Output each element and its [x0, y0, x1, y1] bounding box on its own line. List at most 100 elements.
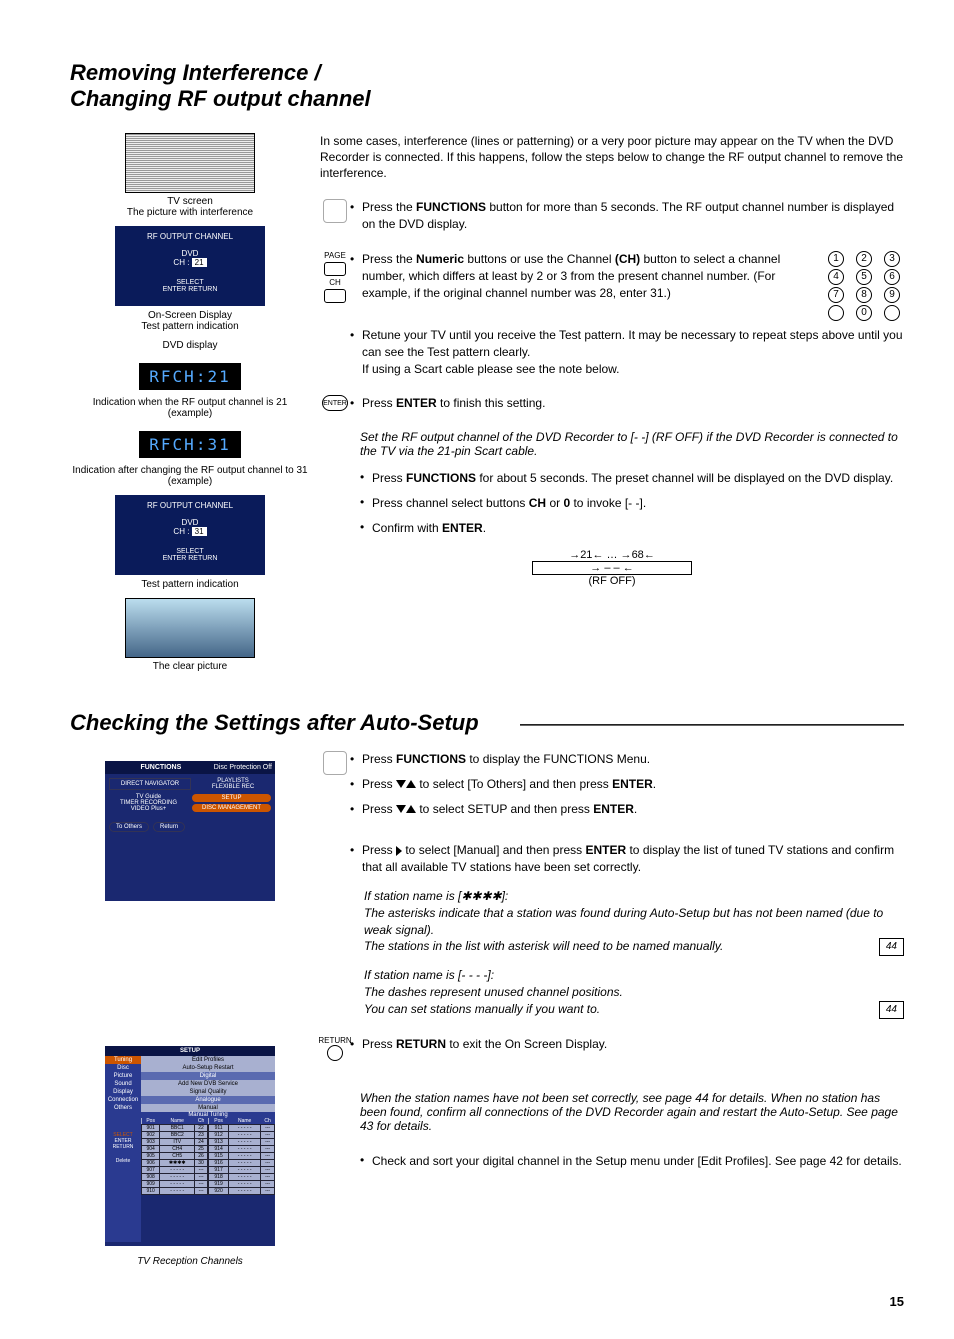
scart-note: Set the RF output channel of the DVD Rec… [360, 430, 904, 458]
s2-b6: Check and sort your digital channel in t… [372, 1153, 904, 1170]
setupmenu-delete: Delete [105, 1158, 141, 1164]
osd-ch-21: 21 [192, 258, 207, 267]
item-edit-profiles: Edit Profiles [141, 1056, 275, 1064]
osd-ch-31: 31 [192, 527, 207, 536]
clear-caption: The clear picture [70, 661, 310, 672]
funcmenu-toothers: To Others [109, 822, 149, 832]
dash-body1: The dashes represent unused channel posi… [364, 984, 904, 1001]
funcmenu-discmg: DISC MANAGEMENT [192, 804, 271, 812]
dash-body2: You can set stations manually if you wan… [364, 1002, 600, 1016]
osd-select: SELECT [176, 279, 203, 286]
rf-off-label: (RF OFF) [320, 575, 904, 587]
num-0: 0 [856, 305, 872, 321]
osd-return: RETURN [188, 286, 217, 293]
funcmenu-directnav: DIRECT NAVIGATOR [109, 778, 191, 790]
lcd-21: RFCH:21 [139, 363, 240, 390]
ch-label: CH [329, 278, 341, 287]
s2-b2: Press to select [To Others] and then pre… [362, 776, 904, 793]
setup-caption: TV Reception Channels [70, 1256, 310, 1267]
page-label: PAGE [324, 251, 346, 260]
lcd-21-cap: Indication when the RF output channel is… [70, 397, 310, 419]
section2-right-column-bottom: RETURN •Press RETURN to exit the On Scre… [310, 1036, 904, 1182]
enter-button-icon: ENTER [322, 395, 348, 411]
s2-b4: Press to select [Manual] and then press … [362, 842, 904, 876]
return-button-icon [327, 1045, 343, 1061]
num-5: 5 [856, 269, 872, 285]
tv-caption: TV screen The picture with interference [70, 196, 310, 218]
page-number: 15 [890, 1294, 904, 1309]
functions-menu-image: FUNCTIONS Disc Protection Off DIRECT NAV… [105, 761, 275, 901]
return-label: RETURN [318, 1036, 351, 1045]
tab-display: Display [105, 1088, 141, 1096]
scart-b2: Press channel select buttons CH or 0 to … [372, 495, 904, 512]
osd-select-2: SELECT [176, 548, 203, 555]
scart-b1: Press FUNCTIONS for about 5 seconds. The… [372, 470, 904, 487]
osd-ch-label-2: CH : [173, 527, 189, 536]
section1-intro: In some cases, interference (lines or pa… [320, 133, 904, 182]
osd-cap-1b: Test pattern indication [141, 321, 238, 332]
funcmenu-flexrec: FLEXIBLE REC [195, 784, 271, 790]
channel-up-icon [324, 262, 346, 276]
osd-title: RF OUTPUT CHANNEL [121, 232, 259, 241]
osd-dvd-2: DVD [182, 518, 199, 527]
tab-connection: Connection [105, 1096, 141, 1104]
num-7: 7 [828, 287, 844, 303]
num-4: 4 [828, 269, 844, 285]
num-8: 8 [856, 287, 872, 303]
funcmenu-setup: SETUP [192, 794, 271, 802]
step1-text: Press the FUNCTIONS button for more than… [362, 199, 904, 233]
section2-title: Checking the Settings after Auto-Setup [70, 710, 904, 736]
funcmenu-label: FUNCTIONS [140, 764, 181, 771]
osd-enter-2: ENTER [163, 555, 187, 562]
osd-return-2: RETURN [188, 555, 217, 562]
tab-sound: Sound [105, 1080, 141, 1088]
num-2: 2 [856, 251, 872, 267]
s2-b1: Press FUNCTIONS to display the FUNCTIONS… [362, 751, 904, 768]
num-3: 3 [884, 251, 900, 267]
lcd-31: RFCH:31 [139, 431, 240, 458]
tv-interference-image [125, 133, 255, 193]
osd-title-2: RF OUTPUT CHANNEL [121, 501, 259, 510]
channel-down-icon [324, 289, 346, 303]
item-analogue: Analogue [141, 1096, 275, 1104]
pageref-1: 44 [879, 938, 904, 956]
section1-title: Removing Interference /Changing RF outpu… [70, 60, 904, 113]
step-2: PAGE CH •Press the Numeric buttons or us… [320, 251, 904, 385]
step3-text: Press ENTER to finish this setting. [362, 395, 904, 412]
osd-cap-1: On-Screen Display Test pattern indicatio… [70, 310, 310, 332]
item-add-dvb: Add New DVB Service [141, 1080, 275, 1088]
tab-picture: Picture [105, 1072, 141, 1080]
step-1: •Press the FUNCTIONS button for more tha… [320, 199, 904, 241]
funcmenu-prot: Disc Protection Off [214, 764, 272, 771]
step-3: ENTER •Press ENTER to finish this settin… [320, 395, 904, 420]
scart-b3: Confirm with ENTER. [372, 520, 904, 537]
osd-enter: ENTER [163, 286, 187, 293]
osd-cap-2: Test pattern indication [70, 579, 310, 590]
num-6: 6 [884, 269, 900, 285]
osd-21: RF OUTPUT CHANNEL DVDCH : 21 SELECTENTER… [115, 226, 265, 306]
num-1: 1 [828, 251, 844, 267]
funcmenu-return: Return [153, 822, 185, 832]
num-9: 9 [884, 287, 900, 303]
dash-title: If station name is [- - - -]: [364, 967, 904, 984]
rf-off-diagram: →21← … →68← → – – ← (RF OFF) [320, 549, 904, 587]
dvd-display-label: DVD display [70, 340, 310, 351]
step2b-text: Retune your TV until you receive the Tes… [362, 327, 904, 377]
tuning-table: PosNameCh901BBC122902BBC223903ITV24904CH… [141, 1118, 275, 1195]
item-signal: Signal Quality [141, 1088, 275, 1096]
section2-right-column-top: •Press FUNCTIONS to display the FUNCTION… [310, 751, 904, 1031]
section2-rule [520, 724, 904, 726]
osd-cap-1a: On-Screen Display [148, 310, 232, 321]
osd-dvd: DVD [182, 249, 199, 258]
section2-left-column: FUNCTIONS Disc Protection Off DIRECT NAV… [70, 751, 310, 911]
tv-caption-line2: The picture with interference [127, 207, 253, 218]
lcd-31-cap: Indication after changing the RF output … [70, 465, 310, 487]
asterisk-body1: The asterisks indicate that a station wa… [364, 905, 904, 939]
functions-button-icon [323, 199, 347, 223]
s2-note1: When the station names have not been set… [360, 1091, 904, 1133]
s2-b5: Press RETURN to exit the On Screen Displ… [362, 1036, 904, 1053]
functions-button-icon-2 [323, 751, 347, 775]
tv-caption-line1: TV screen [167, 196, 213, 207]
asterisk-body2: The stations in the list with asterisk w… [364, 939, 723, 953]
item-auto-restart: Auto-Setup Restart [141, 1064, 275, 1072]
